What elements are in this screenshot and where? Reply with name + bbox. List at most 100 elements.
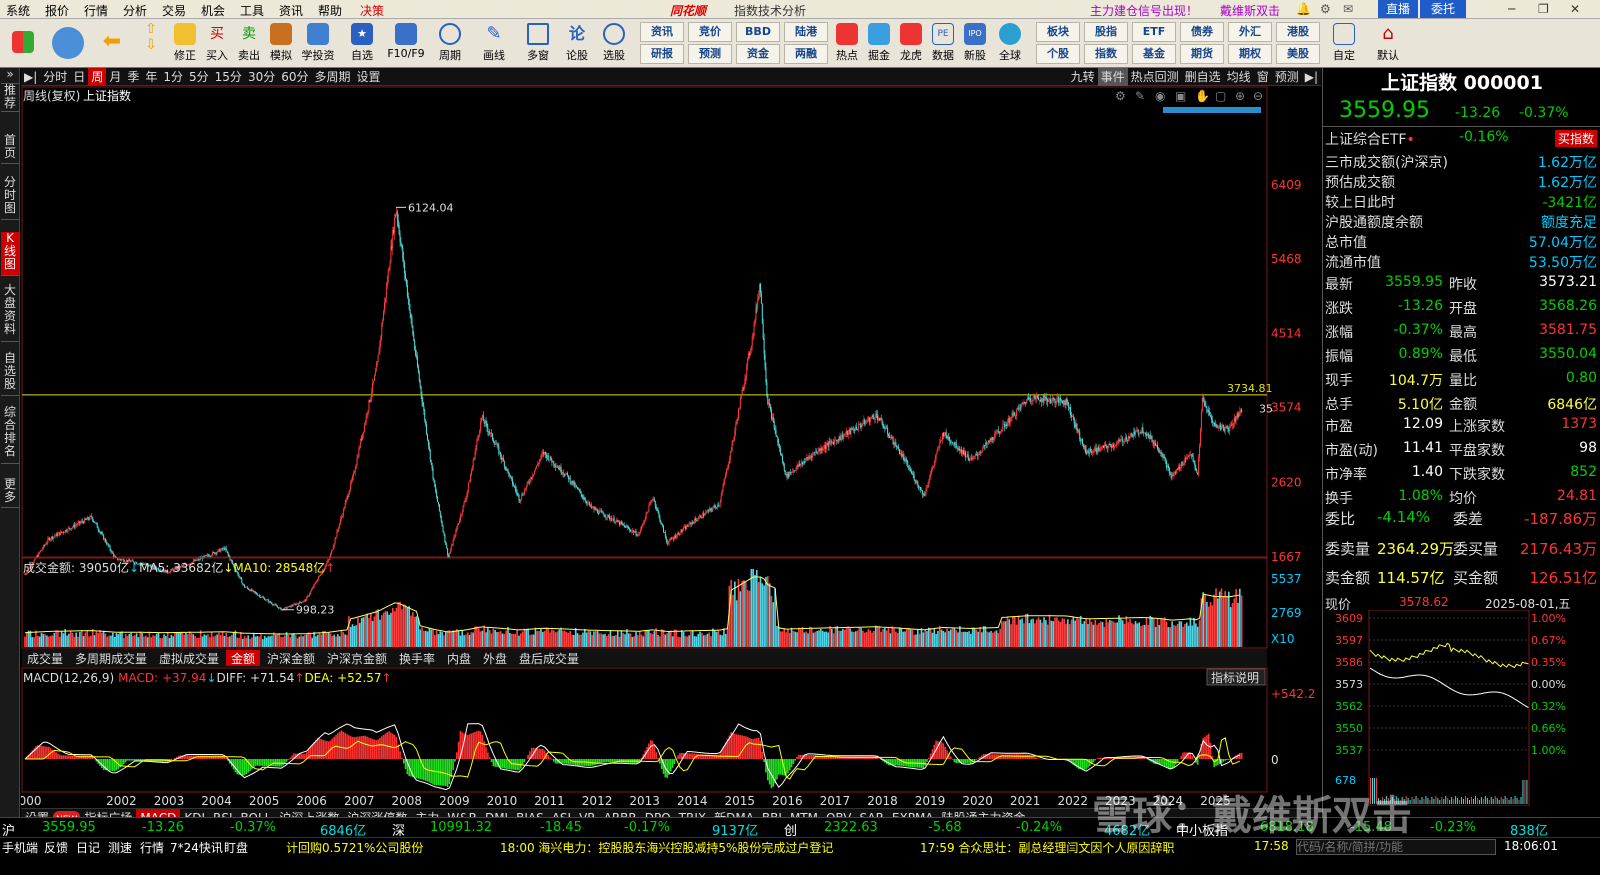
close-icon[interactable]: ✕ [1570, 2, 1580, 16]
camera-icon[interactable]: ▢ [1215, 89, 1226, 103]
btn-index-futures[interactable]: 股指 [1084, 22, 1128, 42]
menu-help[interactable]: 帮助 [318, 2, 342, 19]
sub-tab[interactable]: 成交量 [27, 651, 63, 666]
sub-tab[interactable]: 多周期成交量 [75, 651, 147, 666]
btn-us-stock[interactable]: 美股 [1276, 44, 1320, 64]
collapse-icon[interactable]: » [1, 68, 19, 84]
ticker-3[interactable]: 17:59 合众思壮：副总经理闫文因个人原因辞职 [920, 839, 1174, 856]
btn-stock[interactable]: 个股 [1036, 44, 1080, 64]
link-mobile[interactable]: 手机端 [2, 839, 38, 856]
btn-sector[interactable]: 板块 [1036, 22, 1080, 42]
tool-fix[interactable]: 修正 [168, 21, 202, 66]
tab-year[interactable]: 年 [142, 68, 160, 86]
play-icon[interactable]: ▶| [21, 68, 40, 86]
tab-quarter[interactable]: 季 [124, 68, 142, 86]
btn-forecast[interactable]: 预测 [688, 44, 732, 64]
bell-icon[interactable]: 🔔 [1296, 2, 1311, 16]
tool-buy[interactable]: 买买入 [200, 21, 234, 66]
tab-events[interactable]: 事件 [1097, 68, 1128, 86]
tab-settings[interactable]: 设置 [354, 68, 384, 86]
zoom-out-icon[interactable]: ⊖ [1253, 89, 1263, 103]
code-search-input[interactable] [1296, 839, 1496, 855]
btn-funds[interactable]: 资金 [736, 44, 780, 64]
tab-5min[interactable]: 5分 [186, 68, 212, 86]
chart-area[interactable]: 周线(复权) 上证指数 ⚙ ✎ ◉ ▣ ✋ ▢ ⊕ ⊖ 6409 5468 4514… [11, 86, 1321, 808]
tool-hotspot[interactable]: 热点 [830, 21, 864, 66]
tab-nine-turn[interactable]: 九转 [1068, 68, 1098, 86]
sub-tab[interactable]: 盘后成交量 [519, 651, 579, 666]
buy-index-button[interactable]: 买指数 [1554, 130, 1597, 147]
maximize-icon[interactable]: ❐ [1538, 2, 1549, 16]
etf-row[interactable]: 上证综合ETF• -0.16% 买指数 [1325, 129, 1599, 149]
tab-60min[interactable]: 60分 [278, 68, 311, 86]
hand-icon[interactable]: ✋ [1195, 89, 1210, 103]
tab-hotspot-backtest[interactable]: 热点回测 [1128, 68, 1182, 86]
tool-learn[interactable]: 学投资 [298, 21, 338, 66]
username[interactable]: 戴维斯双击 [1220, 2, 1280, 19]
nav-up-down[interactable]: ⇧ ⇩ [138, 21, 164, 66]
btn-bond[interactable]: 债券 [1180, 22, 1224, 42]
menu-system[interactable]: 系统 [6, 2, 30, 19]
tab-day[interactable]: 日 [70, 68, 88, 86]
tool-screener[interactable]: 选股 [596, 21, 632, 66]
delegate-button[interactable]: 委托 [1420, 0, 1466, 18]
tab-ma[interactable]: 均线 [1224, 68, 1254, 86]
nav-market-info[interactable]: 大盘资料 [1, 284, 19, 342]
btn-forex[interactable]: 外汇 [1228, 22, 1272, 42]
tool-data[interactable]: PE 数据 [926, 21, 960, 66]
tool-forum[interactable]: 论论股 [562, 21, 592, 66]
mascot-button[interactable] [48, 21, 88, 66]
minimize-icon[interactable]: ─ [1508, 2, 1515, 16]
sub-tab[interactable]: 内盘 [447, 651, 471, 666]
link-news724[interactable]: 7*24快讯 [170, 839, 223, 856]
tool-global[interactable]: 全球 [990, 21, 1030, 66]
sub-tab[interactable]: 虚拟成交量 [159, 651, 219, 666]
tab-15min[interactable]: 15分 [212, 68, 245, 86]
intraday-mini-chart[interactable]: 36093597358635733562355035376781.00%0.67… [1323, 610, 1600, 806]
nav-kline[interactable]: K线图 [1, 232, 19, 276]
scroll-bar[interactable] [1163, 107, 1261, 113]
ticker-2[interactable]: 18:00 海兴电力：控股股东海兴控股减持5%股份完成过户登记 [500, 839, 833, 856]
tool-dragon[interactable]: 龙虎 [894, 21, 928, 66]
tool-f10[interactable]: F10/F9 [386, 21, 426, 66]
btn-info[interactable]: 资讯 [640, 22, 684, 42]
play-end-icon[interactable]: ▶| [1302, 68, 1321, 86]
btn-auction[interactable]: 竞价 [688, 22, 732, 42]
tab-1min[interactable]: 1分 [160, 68, 186, 86]
settings-icon[interactable]: ⚙ [1115, 89, 1126, 103]
nav-ranking[interactable]: 综合排名 [1, 406, 19, 464]
tool-custom[interactable]: 自定 [1326, 21, 1362, 66]
tool-ipo[interactable]: IPO 新股 [958, 21, 992, 66]
message-icon[interactable]: ✉ [1343, 2, 1353, 16]
btn-margin[interactable]: 两融 [784, 44, 828, 64]
tool-simulate[interactable]: 模拟 [264, 21, 298, 66]
tab-predict[interactable]: 预测 [1272, 68, 1302, 86]
sub-tab[interactable]: 沪深京金额 [327, 651, 387, 666]
ticker-1[interactable]: 计回购0.5721%公司股份 [286, 839, 423, 856]
nav-timeshare[interactable]: 分时图 [1, 176, 19, 220]
tab-week[interactable]: 周 [88, 68, 107, 86]
tab-window[interactable]: 窗 [1254, 68, 1272, 86]
tool-draw[interactable]: ✎ 画线 [476, 21, 512, 66]
lock-icon[interactable]: ▣ [1175, 89, 1186, 103]
tool-dig[interactable]: 掘金 [862, 21, 896, 66]
menu-decision[interactable]: 决策 [360, 2, 384, 19]
link-diary[interactable]: 日记 [76, 839, 100, 856]
live-button[interactable]: 直播 [1378, 0, 1418, 18]
nav-watchlist[interactable]: 自选股 [1, 352, 19, 396]
menu-news[interactable]: 资讯 [279, 2, 303, 19]
sub-tab[interactable]: 换手率 [399, 651, 435, 666]
nav-home[interactable]: 首页 [1, 134, 19, 164]
tool-watchlist[interactable]: ★ 自选 [344, 21, 380, 66]
menu-analysis[interactable]: 分析 [123, 2, 147, 19]
btn-research[interactable]: 研报 [640, 44, 684, 64]
link-market[interactable]: 行情 [140, 839, 164, 856]
menu-opportunity[interactable]: 机会 [201, 2, 225, 19]
btn-hk-connect[interactable]: 陆港 [784, 22, 828, 42]
btn-options[interactable]: 期权 [1228, 44, 1272, 64]
menu-trade[interactable]: 交易 [162, 2, 186, 19]
back-button[interactable]: ⬅ [95, 21, 129, 66]
sub-tab[interactable]: 沪深金额 [267, 651, 315, 666]
link-feedback[interactable]: 反馈 [44, 839, 68, 856]
tab-timeshare[interactable]: 分时 [40, 68, 70, 86]
